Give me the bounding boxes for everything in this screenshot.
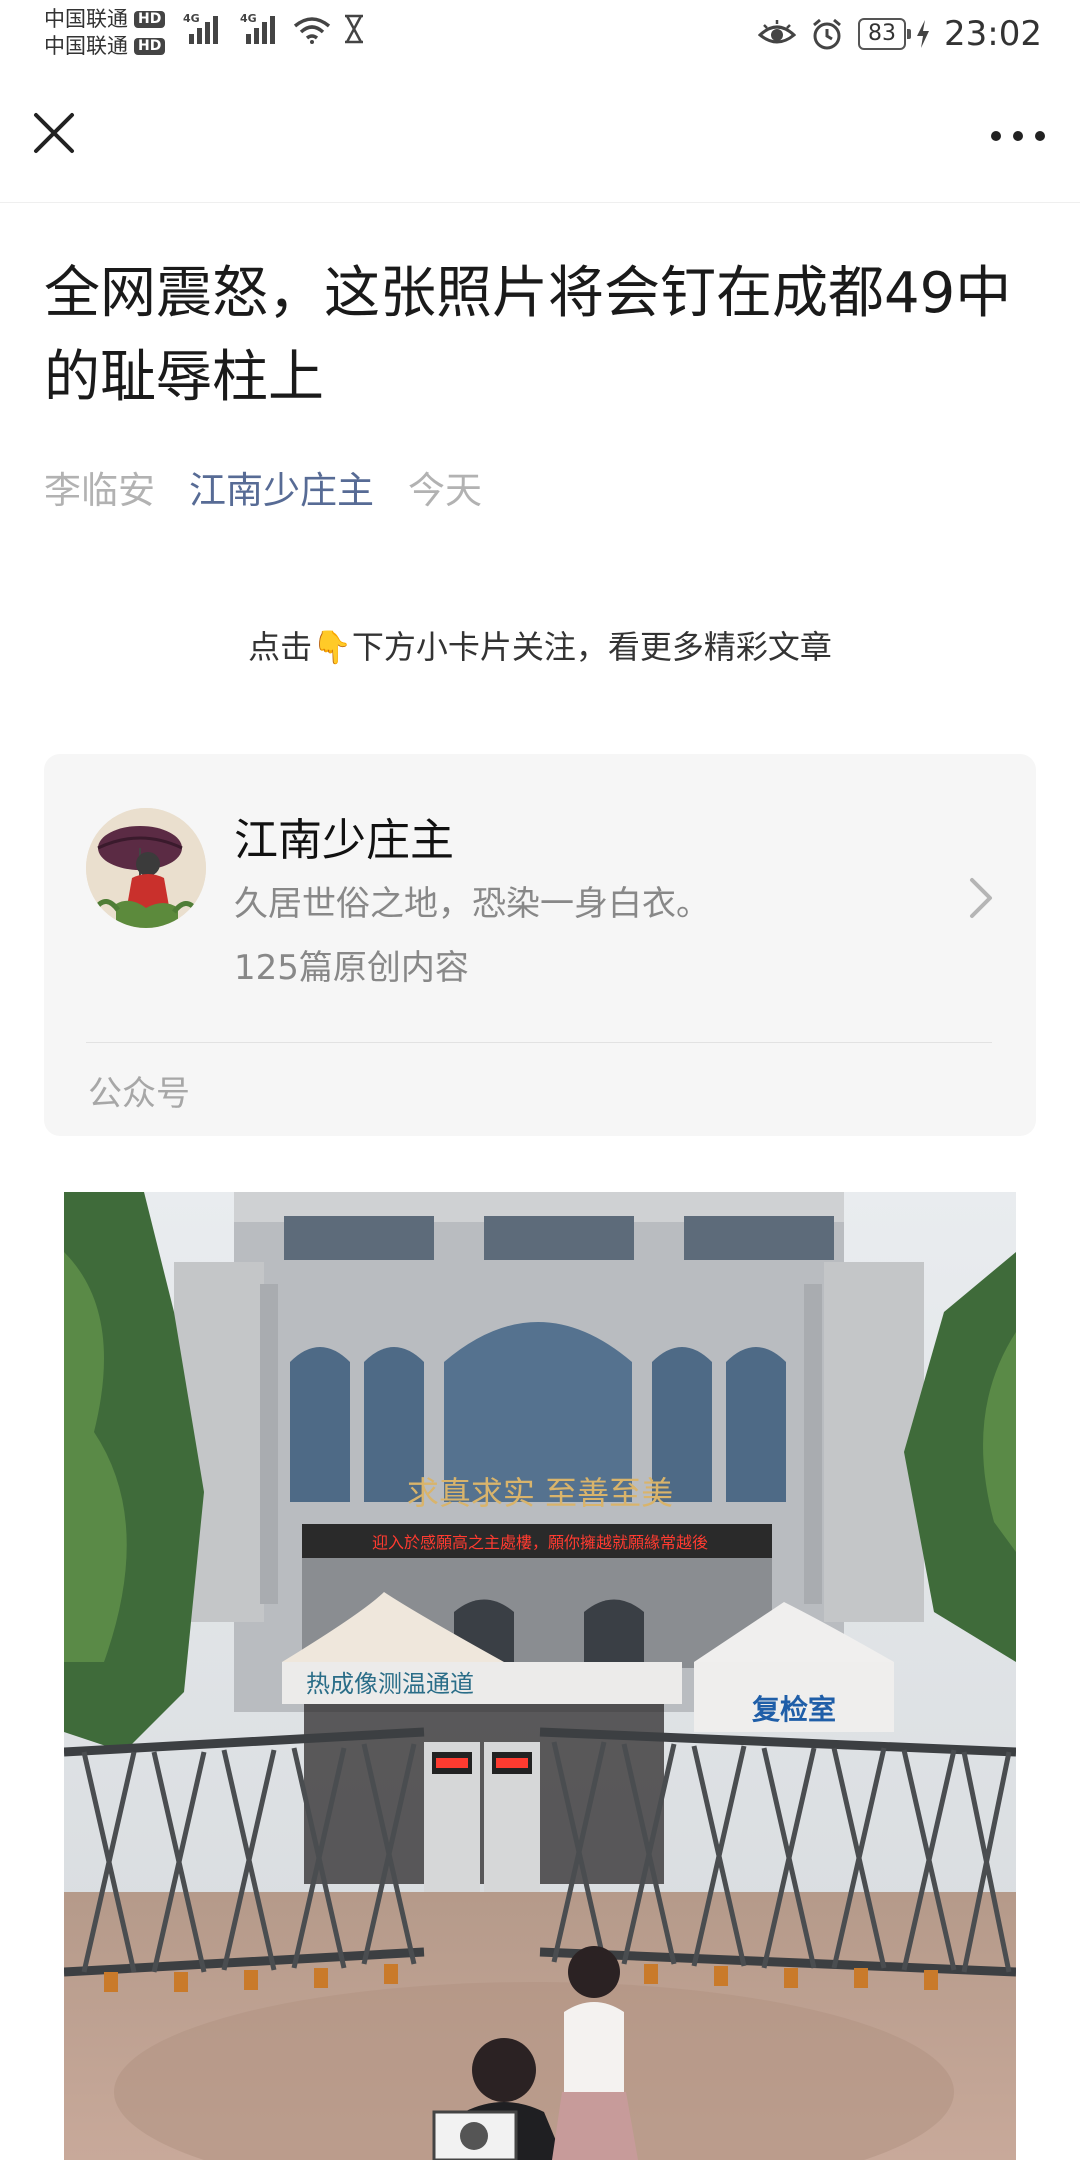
charging-icon bbox=[917, 20, 930, 48]
close-icon bbox=[34, 113, 74, 153]
follow-tip: 点击👇下方小卡片关注，看更多精彩文章 bbox=[0, 622, 1080, 668]
account-avatar bbox=[86, 808, 206, 928]
card-account-name: 江南少庄主 bbox=[234, 815, 454, 866]
alarm-icon bbox=[813, 18, 841, 50]
status-bar: 中国联通 HD 中国联通 HD 4G 4G 83 23:02 bbox=[0, 0, 1080, 76]
building-sign: 求真求实 至善至美 bbox=[407, 1474, 673, 1512]
article-photo[interactable]: 求真求实 至善至美 迎入於感願高之主處樓，願你擁越就願緣常越後 热成像测温通道 … bbox=[64, 1192, 1016, 2160]
hourglass-icon bbox=[344, 14, 364, 44]
eye-icon bbox=[758, 20, 797, 44]
article-meta: 李临安 江南少庄主 今天 bbox=[44, 460, 482, 514]
wifi-icon bbox=[293, 17, 331, 44]
account-link[interactable]: 江南少庄主 bbox=[189, 460, 374, 514]
signal-icon: 4G bbox=[240, 12, 275, 44]
tent-left-sign: 热成像测温通道 bbox=[306, 1670, 474, 1698]
nav-bar bbox=[0, 76, 1080, 203]
tent-right-sign: 复检室 bbox=[752, 1693, 836, 1726]
status-right: 83 23:02 bbox=[758, 14, 1042, 54]
chevron-right-icon bbox=[970, 878, 992, 918]
card-description: 久居世俗之地，恐染一身白衣。 bbox=[234, 884, 710, 924]
more-options-button[interactable] bbox=[986, 116, 1050, 156]
carrier-1: 中国联通 bbox=[44, 7, 128, 31]
signal-group: 4G 4G bbox=[183, 12, 365, 44]
close-button[interactable] bbox=[26, 105, 82, 161]
battery-indicator: 83 bbox=[858, 18, 912, 50]
hd-badge: HD bbox=[134, 38, 166, 55]
hd-badge: HD bbox=[134, 11, 166, 28]
carrier-info: 中国联通 HD 中国联通 HD bbox=[44, 6, 166, 60]
tip-text: 点击 bbox=[248, 628, 313, 666]
pointing-down-icon: 👇 bbox=[312, 628, 352, 666]
led-banner: 迎入於感願高之主處樓，願你擁越就願緣常越後 bbox=[372, 1533, 708, 1552]
more-dots-icon bbox=[991, 131, 1045, 141]
account-card[interactable]: 江南少庄主 久居世俗之地，恐染一身白衣。 125篇原创内容 公众号 bbox=[44, 754, 1036, 1136]
tip-text: 下方小卡片关注，看更多精彩文章 bbox=[351, 628, 832, 666]
author-name: 李临安 bbox=[44, 469, 155, 512]
carrier-2: 中国联通 bbox=[44, 34, 128, 58]
card-article-count: 125篇原创内容 bbox=[234, 948, 469, 988]
publish-date: 今天 bbox=[408, 469, 482, 512]
signal-icon: 4G bbox=[183, 12, 218, 44]
clock: 23:02 bbox=[944, 14, 1042, 54]
card-type-label: 公众号 bbox=[88, 1074, 190, 1114]
article-title: 全网震怒，这张照片将会钉在成都49中的耻辱柱上 bbox=[44, 261, 1012, 410]
card-divider bbox=[86, 1042, 992, 1043]
